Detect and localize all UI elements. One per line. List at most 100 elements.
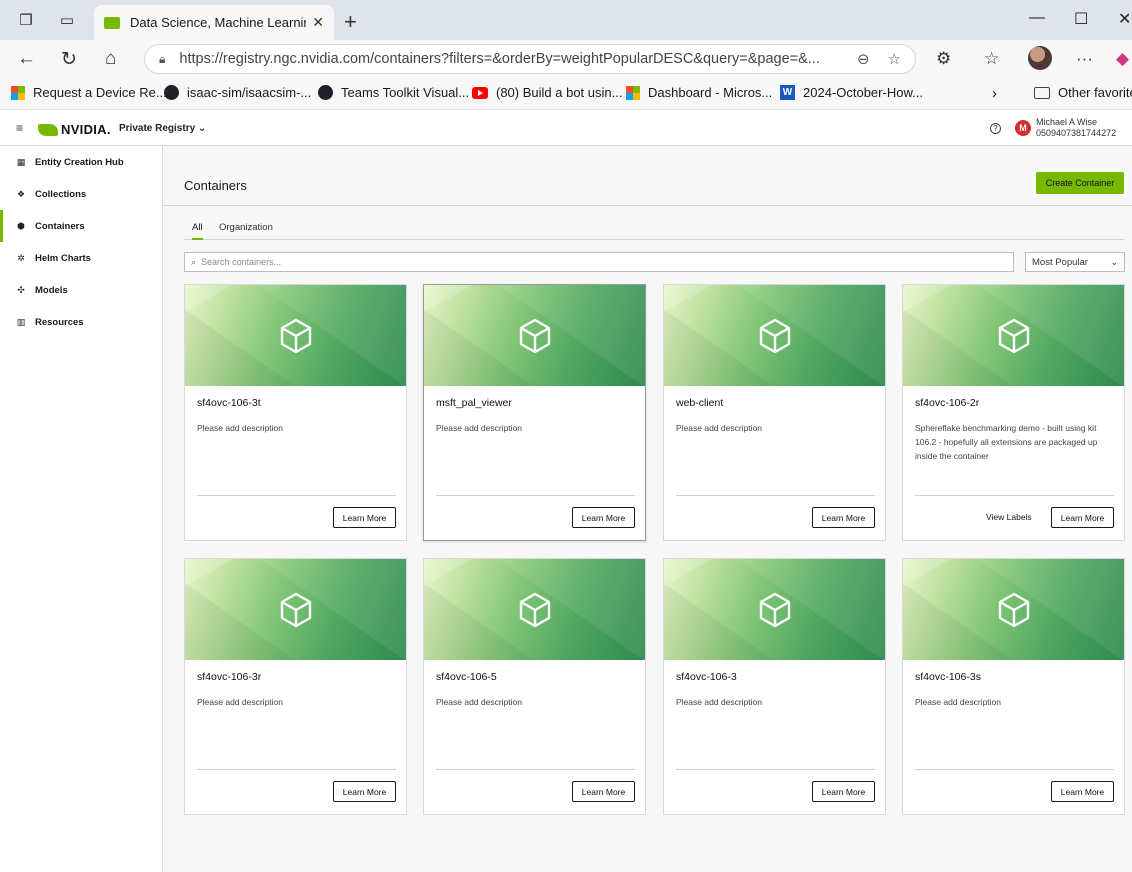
divider bbox=[197, 769, 396, 770]
microsoft-icon bbox=[11, 85, 25, 100]
bookmark-item[interactable]: isaac-sim/isaacsim-... bbox=[164, 85, 311, 100]
workspaces-icon[interactable]: ❒ bbox=[16, 10, 36, 30]
card-banner bbox=[664, 285, 885, 386]
card-name[interactable]: sf4ovc-106-3t bbox=[197, 397, 261, 409]
container-card[interactable]: msft_pal_viewer Please add description L… bbox=[423, 284, 646, 541]
container-icon: ⬢ bbox=[17, 220, 25, 231]
bookmark-item[interactable]: Dashboard - Micros... bbox=[626, 85, 772, 100]
card-name[interactable]: sf4ovc-106-3 bbox=[676, 671, 737, 683]
sidebar-item-containers[interactable]: ⬢ Containers bbox=[0, 210, 162, 242]
lock-icon[interactable]: 🔒︎ bbox=[159, 52, 165, 67]
url-bar[interactable]: 🔒︎ https://registry.ngc.nvidia.com/conta… bbox=[144, 44, 916, 74]
address-toolbar: ← ↻ ⌂ 🔒︎ https://registry.ngc.nvidia.com… bbox=[0, 40, 1132, 78]
card-description: Please add description bbox=[436, 697, 523, 707]
sidebar-item-collections[interactable]: ❖ Collections bbox=[0, 178, 162, 210]
sort-dropdown[interactable]: Most Popular ⌄ bbox=[1025, 252, 1125, 272]
favorite-star-icon[interactable]: ☆ bbox=[888, 50, 901, 68]
cube-icon bbox=[759, 592, 790, 627]
bookmark-item[interactable]: Teams Toolkit Visual... bbox=[318, 85, 469, 100]
bookmark-item[interactable]: W 2024-October-How... bbox=[780, 85, 923, 100]
card-name[interactable]: sf4ovc-106-2r bbox=[915, 397, 979, 409]
other-favorites[interactable]: Other favorites bbox=[1034, 85, 1132, 100]
learn-more-button[interactable]: Learn More bbox=[812, 781, 875, 802]
card-description: Please add description bbox=[197, 423, 284, 433]
sidebar-item-helm-charts[interactable]: ✲ Helm Charts bbox=[0, 242, 162, 274]
learn-more-button[interactable]: Learn More bbox=[1051, 507, 1114, 528]
card-banner bbox=[903, 559, 1124, 660]
home-icon[interactable]: ⌂ bbox=[105, 48, 116, 70]
zoom-icon[interactable]: ⊖ bbox=[857, 50, 870, 68]
refresh-icon[interactable]: ↻ bbox=[61, 48, 77, 71]
close-tab-icon[interactable]: ✕ bbox=[312, 14, 324, 31]
card-name[interactable]: web-client bbox=[676, 397, 723, 409]
container-card[interactable]: sf4ovc-106-3r Please add description Lea… bbox=[184, 558, 407, 815]
minimize-icon[interactable]: — bbox=[1029, 9, 1045, 27]
bookmarks-bar: Request a Device Re... isaac-sim/isaacsi… bbox=[0, 78, 1132, 110]
registry-selector[interactable]: Private Registry ⌄ bbox=[119, 123, 206, 134]
github-icon bbox=[318, 85, 333, 100]
cube-icon bbox=[519, 318, 550, 353]
back-icon[interactable]: ← bbox=[17, 48, 36, 70]
cube-icon bbox=[998, 318, 1029, 353]
card-banner bbox=[664, 559, 885, 660]
browser-tab-active[interactable]: Data Science, Machine Learning, A ✕ bbox=[94, 5, 334, 40]
tab-all[interactable]: All bbox=[192, 222, 203, 240]
container-card[interactable]: sf4ovc-106-3 Please add description Lear… bbox=[663, 558, 886, 815]
app-header: ≡ NVIDIA. Private Registry ⌄ ? M Michael… bbox=[0, 111, 1132, 146]
new-tab-icon[interactable]: + bbox=[344, 9, 357, 35]
card-description: Please add description bbox=[197, 697, 284, 707]
learn-more-button[interactable]: Learn More bbox=[812, 507, 875, 528]
search-input[interactable] bbox=[201, 257, 982, 267]
container-card[interactable]: sf4ovc-106-2r Sphereflake benchmarking d… bbox=[902, 284, 1125, 541]
learn-more-button[interactable]: Learn More bbox=[572, 781, 635, 802]
browser-profile-avatar[interactable] bbox=[1028, 46, 1052, 70]
sidebar-item-entity-creation-hub[interactable]: ▦ Entity Creation Hub bbox=[0, 146, 162, 178]
extensions-icon[interactable]: ⚙ bbox=[936, 49, 951, 69]
more-menu-icon[interactable]: ··· bbox=[1076, 49, 1093, 69]
card-name[interactable]: sf4ovc-106-5 bbox=[436, 671, 497, 683]
maximize-icon[interactable]: ☐ bbox=[1074, 9, 1088, 29]
bookmarks-overflow-icon[interactable]: › bbox=[992, 85, 997, 102]
learn-more-button[interactable]: Learn More bbox=[572, 507, 635, 528]
card-name[interactable]: msft_pal_viewer bbox=[436, 397, 512, 409]
card-description: Please add description bbox=[676, 697, 763, 707]
user-info[interactable]: Michael A Wise 0509407381744272 bbox=[1036, 117, 1116, 139]
card-banner bbox=[424, 285, 645, 386]
learn-more-button[interactable]: Learn More bbox=[333, 507, 396, 528]
card-name[interactable]: sf4ovc-106-3s bbox=[915, 671, 981, 683]
card-banner bbox=[903, 285, 1124, 386]
container-card[interactable]: sf4ovc-106-5 Please add description Lear… bbox=[423, 558, 646, 815]
hamburger-menu-icon[interactable]: ≡ bbox=[16, 121, 23, 135]
cube-icon bbox=[519, 592, 550, 627]
learn-more-button[interactable]: Learn More bbox=[1051, 781, 1114, 802]
container-card[interactable]: web-client Please add description Learn … bbox=[663, 284, 886, 541]
bookmark-item[interactable]: (80) Build a bot usin... bbox=[472, 85, 622, 100]
word-icon: W bbox=[780, 85, 795, 100]
copilot-icon[interactable]: ◆ bbox=[1116, 49, 1129, 69]
sidebar-item-models[interactable]: ✣ Models bbox=[0, 274, 162, 306]
nvidia-favicon-icon bbox=[104, 16, 120, 29]
container-card[interactable]: sf4ovc-106-3s Please add description Lea… bbox=[902, 558, 1125, 815]
close-window-icon[interactable]: ✕ bbox=[1118, 9, 1131, 29]
learn-more-button[interactable]: Learn More bbox=[333, 781, 396, 802]
sidebar-item-resources[interactable]: ▥ Resources bbox=[0, 306, 162, 338]
card-banner bbox=[424, 559, 645, 660]
cube-icon bbox=[280, 318, 311, 353]
card-description: Sphereflake benchmarking demo - built us… bbox=[915, 423, 1098, 461]
view-labels-link[interactable]: View Labels bbox=[986, 512, 1032, 522]
favorites-icon[interactable]: ☆ bbox=[984, 49, 999, 69]
url-text[interactable]: https://registry.ngc.nvidia.com/containe… bbox=[179, 51, 839, 67]
resources-icon: ▥ bbox=[16, 316, 26, 327]
card-name[interactable]: sf4ovc-106-3r bbox=[197, 671, 261, 683]
user-avatar[interactable]: M bbox=[1015, 120, 1031, 136]
tab-actions-icon[interactable]: ▭ bbox=[57, 10, 77, 30]
container-card[interactable]: sf4ovc-106-3t Please add description Lea… bbox=[184, 284, 407, 541]
help-icon[interactable]: ? bbox=[990, 123, 1001, 134]
card-banner bbox=[185, 559, 406, 660]
bookmark-item[interactable]: Request a Device Re... bbox=[11, 85, 167, 100]
tab-organization[interactable]: Organization bbox=[219, 222, 273, 238]
nvidia-logo[interactable]: NVIDIA. bbox=[38, 122, 111, 137]
create-container-button[interactable]: Create Container bbox=[1036, 172, 1124, 194]
sidebar: ▦ Entity Creation Hub ❖ Collections ⬢ Co… bbox=[0, 146, 163, 872]
search-container-box[interactable]: ⌕ bbox=[184, 252, 1014, 272]
